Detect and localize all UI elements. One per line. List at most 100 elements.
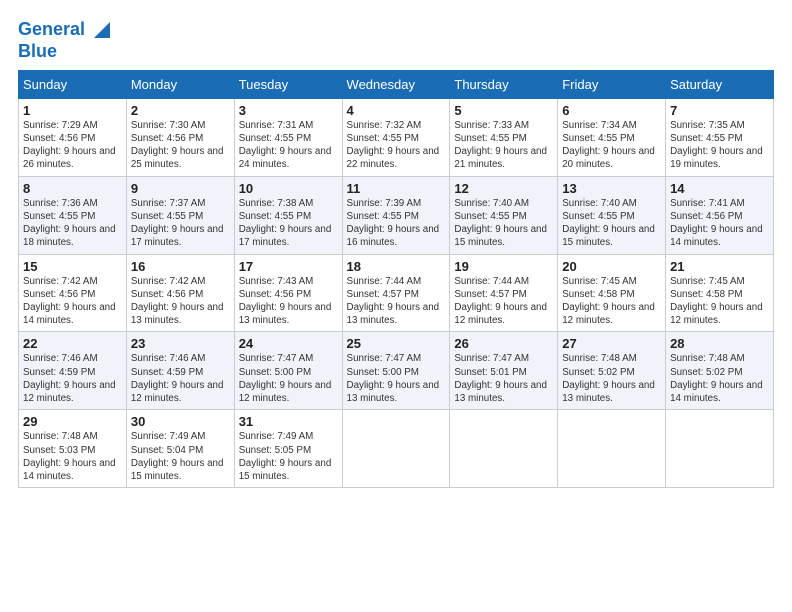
day-info: Sunrise: 7:48 AMSunset: 5:02 PMDaylight:… — [670, 352, 769, 405]
day-number: 7 — [670, 103, 769, 118]
day-cell: 20Sunrise: 7:45 AMSunset: 4:58 PMDayligh… — [558, 254, 666, 332]
day-info: Sunrise: 7:29 AMSunset: 4:56 PMDaylight:… — [23, 119, 122, 172]
day-number: 17 — [239, 259, 338, 274]
day-number: 4 — [347, 103, 446, 118]
day-info: Sunrise: 7:49 AMSunset: 5:04 PMDaylight:… — [131, 430, 230, 483]
logo-icon — [88, 16, 116, 44]
day-cell: 9Sunrise: 7:37 AMSunset: 4:55 PMDaylight… — [126, 176, 234, 254]
day-cell: 2Sunrise: 7:30 AMSunset: 4:56 PMDaylight… — [126, 98, 234, 176]
day-info: Sunrise: 7:38 AMSunset: 4:55 PMDaylight:… — [239, 197, 338, 250]
logo-text: General — [18, 20, 85, 40]
weekday-header-row: SundayMondayTuesdayWednesdayThursdayFrid… — [19, 70, 774, 98]
day-info: Sunrise: 7:48 AMSunset: 5:02 PMDaylight:… — [562, 352, 661, 405]
day-number: 16 — [131, 259, 230, 274]
day-info: Sunrise: 7:36 AMSunset: 4:55 PMDaylight:… — [23, 197, 122, 250]
day-cell: 11Sunrise: 7:39 AMSunset: 4:55 PMDayligh… — [342, 176, 450, 254]
day-info: Sunrise: 7:32 AMSunset: 4:55 PMDaylight:… — [347, 119, 446, 172]
day-info: Sunrise: 7:48 AMSunset: 5:03 PMDaylight:… — [23, 430, 122, 483]
day-cell — [450, 410, 558, 488]
day-cell: 31Sunrise: 7:49 AMSunset: 5:05 PMDayligh… — [234, 410, 342, 488]
day-cell: 4Sunrise: 7:32 AMSunset: 4:55 PMDaylight… — [342, 98, 450, 176]
day-cell: 16Sunrise: 7:42 AMSunset: 4:56 PMDayligh… — [126, 254, 234, 332]
day-cell: 8Sunrise: 7:36 AMSunset: 4:55 PMDaylight… — [19, 176, 127, 254]
week-row-4: 22 Sunrise: 7:46 AMSunset: 4:59 PMDayligh… — [19, 332, 774, 410]
day-info: Sunrise: 7:42 AMSunset: 4:56 PMDaylight:… — [23, 275, 122, 328]
weekday-header-friday: Friday — [558, 70, 666, 98]
day-info: Sunrise: 7:34 AMSunset: 4:55 PMDaylight:… — [562, 119, 661, 172]
day-number: 30 — [131, 414, 230, 429]
day-cell: 15Sunrise: 7:42 AMSunset: 4:56 PMDayligh… — [19, 254, 127, 332]
day-info: Sunrise: 7:30 AMSunset: 4:56 PMDaylight:… — [131, 119, 230, 172]
day-info: Sunrise: 7:45 AMSunset: 4:58 PMDaylight:… — [562, 275, 661, 328]
day-number: 2 — [131, 103, 230, 118]
day-number: 19 — [454, 259, 553, 274]
page: General Blue SundayMondayTuesdayWednesda… — [0, 0, 792, 612]
day-info: Sunrise: 7:47 AMSunset: 5:01 PMDaylight:… — [454, 352, 553, 405]
day-number: 22 — [23, 336, 122, 351]
day-number: 21 — [670, 259, 769, 274]
logo-blue: Blue — [18, 42, 116, 62]
day-cell: 25Sunrise: 7:47 AMSunset: 5:00 PMDayligh… — [342, 332, 450, 410]
day-cell: 22Sunrise: 7:46 AMSunset: 4:59 PMDayligh… — [19, 332, 127, 410]
day-cell: 18Sunrise: 7:44 AMSunset: 4:57 PMDayligh… — [342, 254, 450, 332]
day-number: 3 — [239, 103, 338, 118]
day-number: 20 — [562, 259, 661, 274]
day-cell: 19Sunrise: 7:44 AMSunset: 4:57 PMDayligh… — [450, 254, 558, 332]
weekday-header-tuesday: Tuesday — [234, 70, 342, 98]
day-number: 9 — [131, 181, 230, 196]
day-number: 11 — [347, 181, 446, 196]
day-cell: 26Sunrise: 7:47 AMSunset: 5:01 PMDayligh… — [450, 332, 558, 410]
day-number: 14 — [670, 181, 769, 196]
calendar-table: SundayMondayTuesdayWednesdayThursdayFrid… — [18, 70, 774, 488]
day-number: 12 — [454, 181, 553, 196]
weekday-header-thursday: Thursday — [450, 70, 558, 98]
day-number: 13 — [562, 181, 661, 196]
day-info: Sunrise: 7:47 AMSunset: 5:00 PMDaylight:… — [239, 352, 338, 405]
day-cell — [666, 410, 774, 488]
day-number: 24 — [239, 336, 338, 351]
day-cell: 29Sunrise: 7:48 AMSunset: 5:03 PMDayligh… — [19, 410, 127, 488]
day-number: 23 — [131, 336, 230, 351]
day-cell: 24Sunrise: 7:47 AMSunset: 5:00 PMDayligh… — [234, 332, 342, 410]
day-info: Sunrise: 7:47 AMSunset: 5:00 PMDaylight:… — [347, 352, 446, 405]
day-info: Sunrise: 7:46 AMSunset: 4:59 PMDaylight:… — [131, 352, 230, 405]
day-cell: 23Sunrise: 7:46 AMSunset: 4:59 PMDayligh… — [126, 332, 234, 410]
day-cell — [342, 410, 450, 488]
day-cell: 3Sunrise: 7:31 AMSunset: 4:55 PMDaylight… — [234, 98, 342, 176]
day-info: Sunrise: 7:31 AMSunset: 4:55 PMDaylight:… — [239, 119, 338, 172]
day-number: 8 — [23, 181, 122, 196]
logo: General Blue — [18, 16, 116, 62]
day-info: Sunrise: 7:35 AMSunset: 4:55 PMDaylight:… — [670, 119, 769, 172]
day-cell: 27Sunrise: 7:48 AMSunset: 5:02 PMDayligh… — [558, 332, 666, 410]
day-info: Sunrise: 7:44 AMSunset: 4:57 PMDaylight:… — [347, 275, 446, 328]
day-number: 26 — [454, 336, 553, 351]
day-number: 25 — [347, 336, 446, 351]
day-cell: 5Sunrise: 7:33 AMSunset: 4:55 PMDaylight… — [450, 98, 558, 176]
day-cell — [558, 410, 666, 488]
day-info: Sunrise: 7:49 AMSunset: 5:05 PMDaylight:… — [239, 430, 338, 483]
day-cell: 21Sunrise: 7:45 AMSunset: 4:58 PMDayligh… — [666, 254, 774, 332]
day-cell: 13Sunrise: 7:40 AMSunset: 4:55 PMDayligh… — [558, 176, 666, 254]
day-cell: 28Sunrise: 7:48 AMSunset: 5:02 PMDayligh… — [666, 332, 774, 410]
day-info: Sunrise: 7:33 AMSunset: 4:55 PMDaylight:… — [454, 119, 553, 172]
day-number: 6 — [562, 103, 661, 118]
day-number: 18 — [347, 259, 446, 274]
day-cell: 17Sunrise: 7:43 AMSunset: 4:56 PMDayligh… — [234, 254, 342, 332]
day-info: Sunrise: 7:44 AMSunset: 4:57 PMDaylight:… — [454, 275, 553, 328]
day-cell: 7Sunrise: 7:35 AMSunset: 4:55 PMDaylight… — [666, 98, 774, 176]
header: General Blue — [18, 16, 774, 62]
day-cell: 14Sunrise: 7:41 AMSunset: 4:56 PMDayligh… — [666, 176, 774, 254]
day-info: Sunrise: 7:40 AMSunset: 4:55 PMDaylight:… — [562, 197, 661, 250]
day-cell: 10Sunrise: 7:38 AMSunset: 4:55 PMDayligh… — [234, 176, 342, 254]
weekday-header-wednesday: Wednesday — [342, 70, 450, 98]
weekday-header-sunday: Sunday — [19, 70, 127, 98]
day-number: 27 — [562, 336, 661, 351]
day-info: Sunrise: 7:37 AMSunset: 4:55 PMDaylight:… — [131, 197, 230, 250]
day-cell: 30Sunrise: 7:49 AMSunset: 5:04 PMDayligh… — [126, 410, 234, 488]
day-cell: 6Sunrise: 7:34 AMSunset: 4:55 PMDaylight… — [558, 98, 666, 176]
day-number: 10 — [239, 181, 338, 196]
day-number: 29 — [23, 414, 122, 429]
week-row-1: 1Sunrise: 7:29 AMSunset: 4:56 PMDaylight… — [19, 98, 774, 176]
day-number: 5 — [454, 103, 553, 118]
week-row-2: 8Sunrise: 7:36 AMSunset: 4:55 PMDaylight… — [19, 176, 774, 254]
